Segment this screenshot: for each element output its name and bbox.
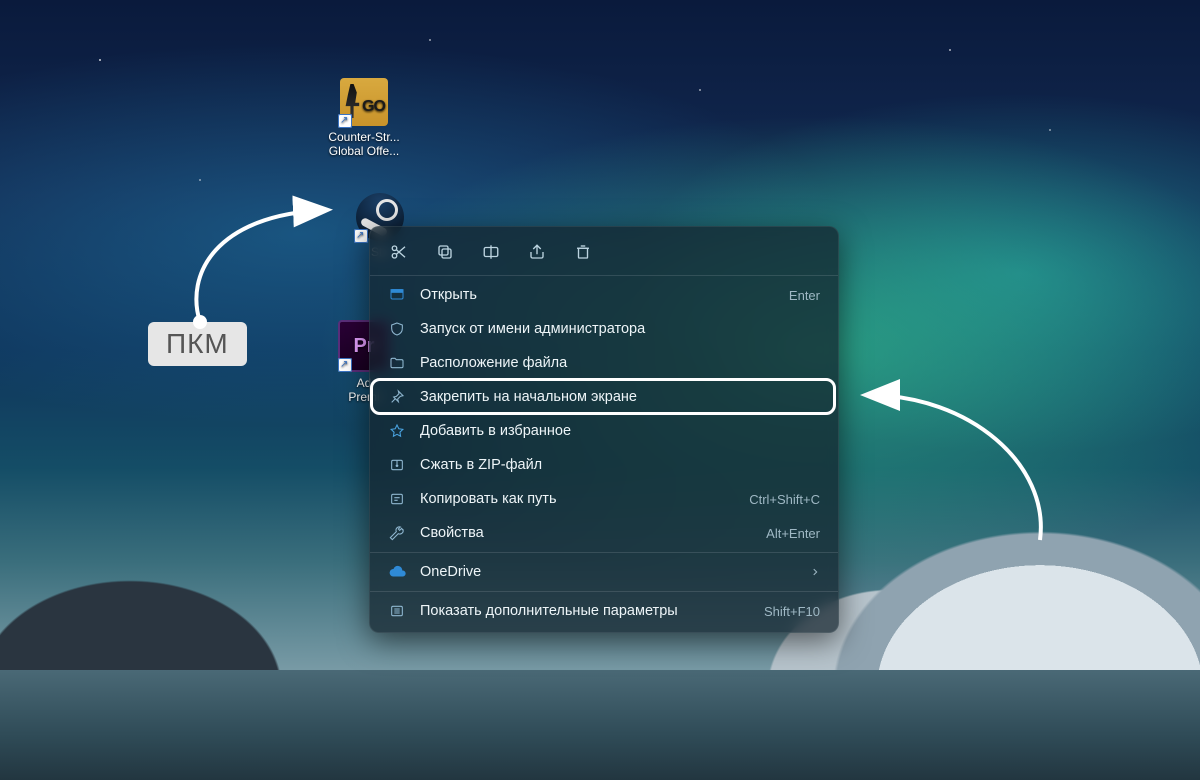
- icon-label: Global Offe...: [320, 144, 408, 158]
- copy-path-icon: [388, 491, 406, 507]
- chevron-right-icon: [810, 565, 820, 580]
- separator: [370, 275, 838, 276]
- menu-item-accel: Shift+F10: [764, 604, 820, 619]
- menu-item-accel: Ctrl+Shift+C: [749, 492, 820, 507]
- menu-item-label: Расположение файла: [420, 355, 820, 371]
- menu-item-properties[interactable]: Свойства Alt+Enter: [370, 516, 838, 550]
- desktop[interactable]: Counter-Str... Global Offe... Ste Pr Ad …: [0, 0, 1200, 780]
- menu-item-show-more[interactable]: Показать дополнительные параметры Shift+…: [370, 594, 838, 628]
- zip-icon: [388, 457, 406, 473]
- scissors-icon: [390, 243, 408, 261]
- menu-item-label: Показать дополнительные параметры: [420, 603, 750, 619]
- delete-button[interactable]: [572, 241, 594, 263]
- menu-item-accel: Alt+Enter: [766, 526, 820, 541]
- folder-icon: [388, 355, 406, 371]
- shortcut-arrow-icon: [338, 114, 352, 128]
- desktop-icon-csgo[interactable]: Counter-Str... Global Offe...: [320, 78, 408, 158]
- wrench-icon: [388, 525, 406, 541]
- menu-item-onedrive[interactable]: OneDrive: [370, 555, 838, 589]
- rename-icon: [482, 243, 500, 261]
- menu-item-accel: Enter: [789, 288, 820, 303]
- menu-item-add-favorite[interactable]: Добавить в избранное: [370, 414, 838, 448]
- menu-item-label: Свойства: [420, 525, 752, 541]
- annotation-callout: ПКМ: [148, 322, 247, 366]
- separator: [370, 552, 838, 553]
- trash-icon: [574, 243, 592, 261]
- share-icon: [528, 243, 546, 261]
- copy-icon: [436, 243, 454, 261]
- icon-label: Counter-Str...: [320, 130, 408, 144]
- star-icon: [388, 423, 406, 439]
- pin-icon: [388, 389, 406, 405]
- context-menu: Открыть Enter Запуск от имени администра…: [369, 226, 839, 633]
- menu-item-label: Копировать как путь: [420, 491, 735, 507]
- menu-item-open[interactable]: Открыть Enter: [370, 278, 838, 312]
- rename-button[interactable]: [480, 241, 502, 263]
- context-menu-toolbar: [370, 227, 838, 273]
- menu-item-pin-start[interactable]: Закрепить на начальном экране: [370, 380, 838, 414]
- menu-item-label: OneDrive: [420, 564, 796, 580]
- shield-icon: [388, 321, 406, 337]
- shortcut-arrow-icon: [354, 229, 368, 243]
- onedrive-icon: [388, 565, 406, 579]
- copy-button[interactable]: [434, 241, 456, 263]
- menu-item-label: Закрепить на начальном экране: [420, 389, 820, 405]
- share-button[interactable]: [526, 241, 548, 263]
- menu-item-label: Добавить в избранное: [420, 423, 820, 439]
- wallpaper-sea: [0, 670, 1200, 780]
- callout-label: ПКМ: [166, 328, 229, 359]
- menu-item-compress-zip[interactable]: Сжать в ZIP-файл: [370, 448, 838, 482]
- menu-item-label: Сжать в ZIP-файл: [420, 457, 820, 473]
- shortcut-arrow-icon: [338, 358, 352, 372]
- more-icon: [388, 603, 406, 619]
- menu-item-run-as-admin[interactable]: Запуск от имени администратора: [370, 312, 838, 346]
- csgo-icon: [340, 78, 388, 126]
- menu-item-file-location[interactable]: Расположение файла: [370, 346, 838, 380]
- open-icon: [388, 287, 406, 303]
- menu-item-label: Запуск от имени администратора: [420, 321, 820, 337]
- cut-button[interactable]: [388, 241, 410, 263]
- menu-item-label: Открыть: [420, 287, 775, 303]
- separator: [370, 591, 838, 592]
- menu-item-copy-path[interactable]: Копировать как путь Ctrl+Shift+C: [370, 482, 838, 516]
